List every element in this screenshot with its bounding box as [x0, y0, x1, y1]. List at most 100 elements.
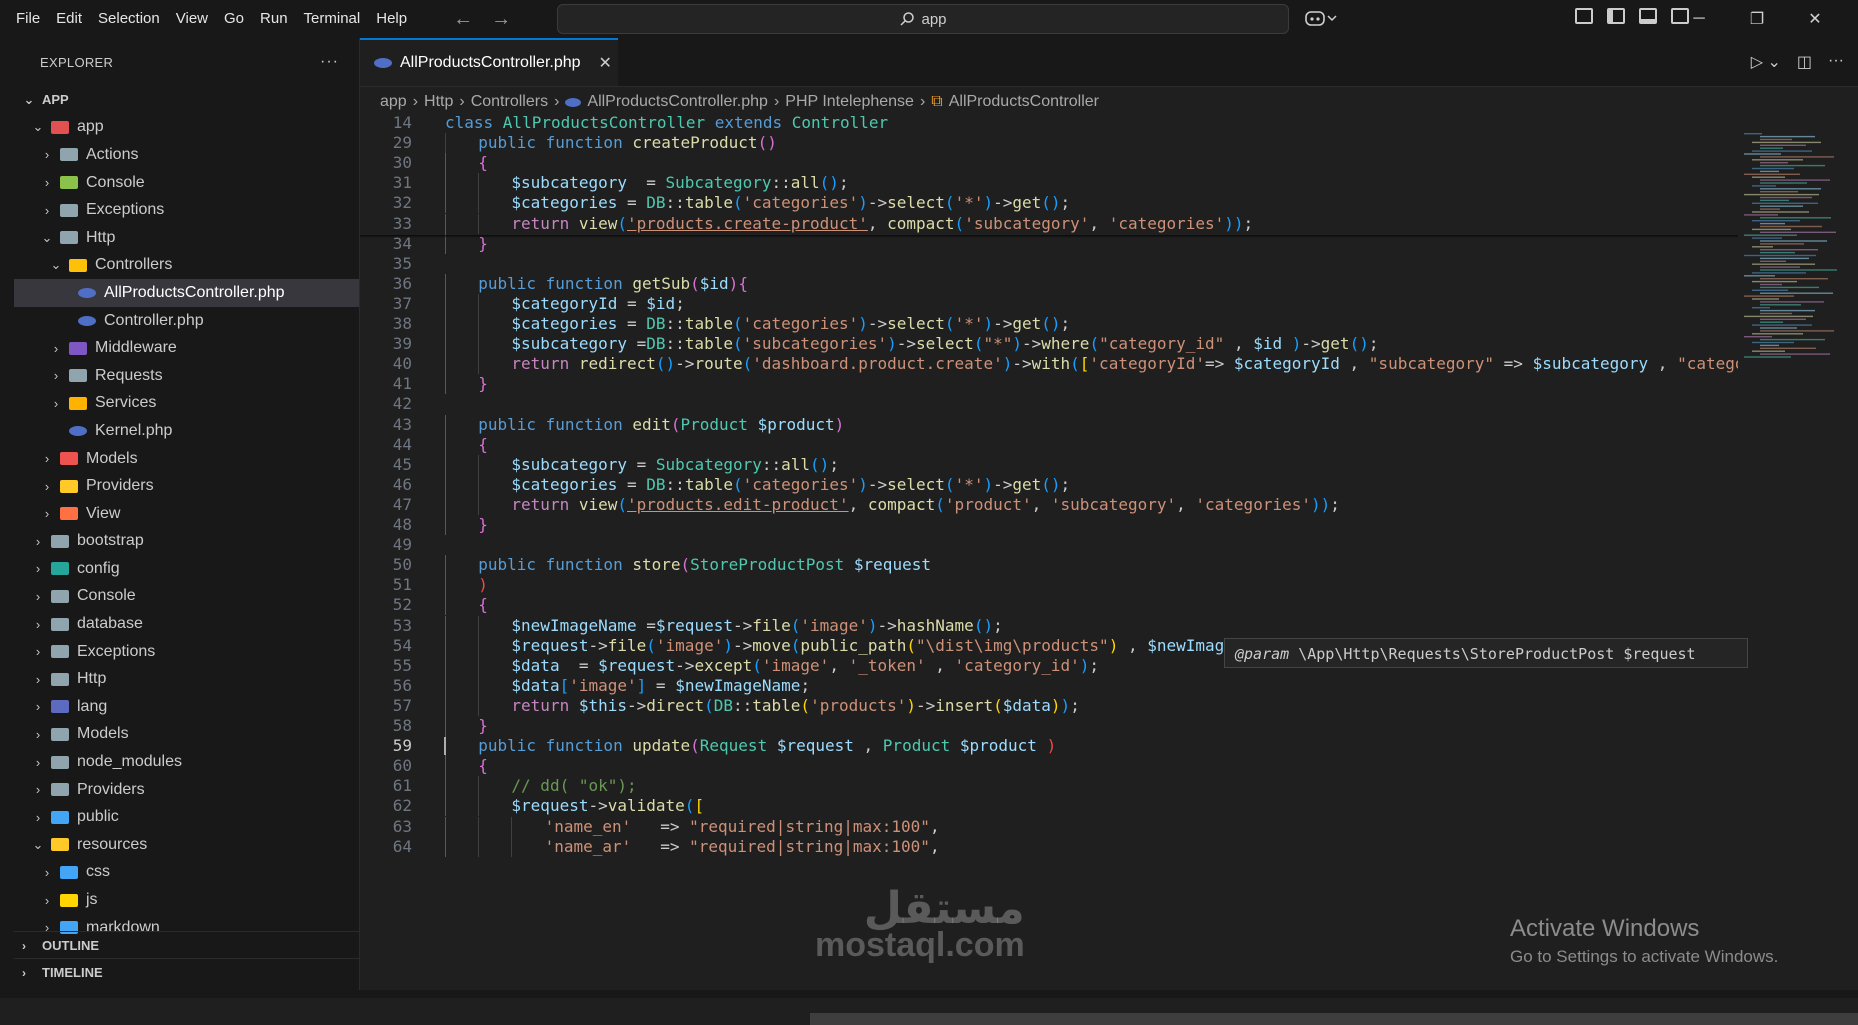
code-token: $categoryId	[511, 293, 618, 313]
code-text: $request->file('image')->move(public_pat…	[511, 636, 1291, 656]
tree-item[interactable]: › Console	[14, 169, 359, 197]
close-tab-icon[interactable]: ✕	[599, 53, 612, 73]
run-icon[interactable]: ▷ ⌄	[1751, 52, 1781, 72]
tree-item[interactable]: Kernel.php	[14, 417, 359, 445]
tree-item[interactable]: › Middleware	[14, 334, 359, 362]
folder-services-icon	[69, 396, 87, 410]
back-arrow-icon[interactable]: ←	[453, 8, 473, 31]
code-token: direct	[646, 695, 705, 715]
breadcrumb-intelephense[interactable]: PHP Intelephense	[785, 93, 914, 111]
tree-item[interactable]: › Exceptions	[14, 638, 359, 666]
tree-item[interactable]: › Providers	[14, 472, 359, 500]
customize-layout-icon[interactable]	[1575, 8, 1593, 24]
tree-item-label: Controllers	[95, 256, 173, 274]
tree-item[interactable]: › Models	[14, 721, 359, 749]
menu-run[interactable]: Run	[252, 0, 296, 38]
menu-edit[interactable]: Edit	[48, 0, 90, 38]
menu-view[interactable]: View	[168, 0, 216, 38]
breadcrumb-app[interactable]: app	[380, 93, 407, 111]
tree-item[interactable]: ⌄ Http	[14, 224, 359, 252]
tree-item[interactable]: › public	[14, 803, 359, 831]
tree-item[interactable]: › View	[14, 500, 359, 528]
tree-item[interactable]: › config	[14, 555, 359, 583]
tree-item-label: Console	[77, 587, 136, 605]
toggle-primary-sidebar-icon[interactable]	[1607, 8, 1625, 24]
more-editor-actions-icon[interactable]: ···	[1828, 52, 1844, 72]
tree-item[interactable]: › Models	[14, 445, 359, 473]
breadcrumb-controllers[interactable]: Controllers	[471, 93, 548, 111]
tree-item[interactable]: › Console	[14, 583, 359, 611]
menu-help[interactable]: Help	[368, 0, 415, 38]
tree-item[interactable]: › Exceptions	[14, 196, 359, 224]
tree-item[interactable]: › node_modules	[14, 748, 359, 776]
close-window-icon[interactable]: ✕	[1786, 9, 1844, 29]
tree-item[interactable]: › Providers	[14, 776, 359, 804]
folder-icon	[51, 645, 69, 659]
tree-item[interactable]: Controller.php	[14, 307, 359, 335]
code-text: $categories = DB::table('categories')->s…	[511, 314, 1070, 334]
tree-item[interactable]: ⌄ app	[14, 114, 359, 142]
toggle-panel-icon[interactable]	[1639, 8, 1657, 24]
minimize-icon[interactable]: ─	[1670, 10, 1728, 28]
code-token: (	[617, 213, 628, 233]
tab-allproductscontroller[interactable]: AllProductsController.php ✕	[360, 38, 618, 86]
code-text: $categories = DB::table('categories')->s…	[511, 193, 1070, 213]
restore-icon[interactable]: ❐	[1728, 9, 1786, 29]
tree-item[interactable]: ⌄ Controllers	[14, 252, 359, 280]
tree-root[interactable]: ⌄ APP	[14, 86, 359, 114]
code-token: "required|string|max:100"	[689, 836, 930, 856]
minimap-line	[1760, 309, 1815, 312]
code-token: 'subcategories'	[742, 334, 888, 354]
minimap-line	[1752, 341, 1794, 344]
code-token: 'products.create-product'	[627, 213, 868, 233]
tree-item[interactable]: › js	[14, 886, 359, 914]
code-token: )	[983, 314, 994, 333]
horizontal-scrollbar[interactable]	[810, 1013, 1858, 1025]
indent-guide	[478, 474, 480, 495]
code-token: return	[511, 354, 579, 374]
folder-icon	[51, 589, 69, 603]
code-line: 33 return view('products.create-product',…	[360, 213, 1738, 234]
root-label: APP	[42, 92, 69, 108]
code-token: with	[1031, 354, 1071, 374]
breadcrumb-file[interactable]: AllProductsController.php	[587, 93, 768, 111]
minimap-line	[1752, 211, 1809, 213]
breadcrumb-http[interactable]: Http	[424, 93, 453, 111]
chevron-down-icon: ⌄	[41, 229, 53, 245]
menu-selection[interactable]: Selection	[90, 0, 168, 38]
menu-file[interactable]: File	[8, 0, 48, 38]
command-center-search[interactable]: app	[557, 4, 1289, 34]
code-editor[interactable]: 14 class AllProductsController extends Co…	[360, 113, 1738, 983]
timeline-section[interactable]: › TIMELINE	[14, 958, 359, 986]
forward-arrow-icon[interactable]: →	[491, 8, 511, 31]
code-token: {	[478, 595, 488, 615]
tree-item[interactable]: › Http	[14, 665, 359, 693]
tree-item[interactable]: › database	[14, 610, 359, 638]
tree-item[interactable]: AllProductsController.php	[14, 279, 359, 307]
code-token: ->	[588, 635, 608, 655]
minimap[interactable]	[1738, 113, 1858, 983]
tree-item[interactable]: › Actions	[14, 141, 359, 169]
copilot-icon[interactable]	[1305, 9, 1339, 31]
indent-guide	[445, 434, 446, 455]
tree-item[interactable]: › lang	[14, 693, 359, 721]
code-line: 32 $categories = DB::table('categories')-…	[360, 193, 1738, 214]
breadcrumb-class[interactable]: AllProductsController	[949, 93, 1099, 111]
split-editor-icon[interactable]: ◫	[1797, 52, 1812, 72]
tree-item[interactable]: › bootstrap	[14, 528, 359, 556]
minimap-line	[1760, 344, 1779, 347]
tree-item[interactable]: ⌄ resources	[14, 831, 359, 859]
menu-terminal[interactable]: Terminal	[296, 0, 369, 38]
tree-item[interactable]: › Requests	[14, 362, 359, 390]
code-line: 42	[360, 394, 1738, 414]
line-number: 32	[392, 193, 412, 213]
outline-section[interactable]: › OUTLINE	[14, 931, 359, 959]
minimap-line	[1744, 254, 1816, 257]
menu-go[interactable]: Go	[216, 0, 252, 38]
minimap-line	[1752, 298, 1779, 300]
chevron-right-icon: ›	[919, 93, 926, 110]
more-actions-icon[interactable]: ···	[320, 53, 339, 71]
tree-item-label: js	[86, 891, 98, 909]
tree-item[interactable]: › css	[14, 859, 359, 887]
tree-item[interactable]: › Services	[14, 390, 359, 418]
